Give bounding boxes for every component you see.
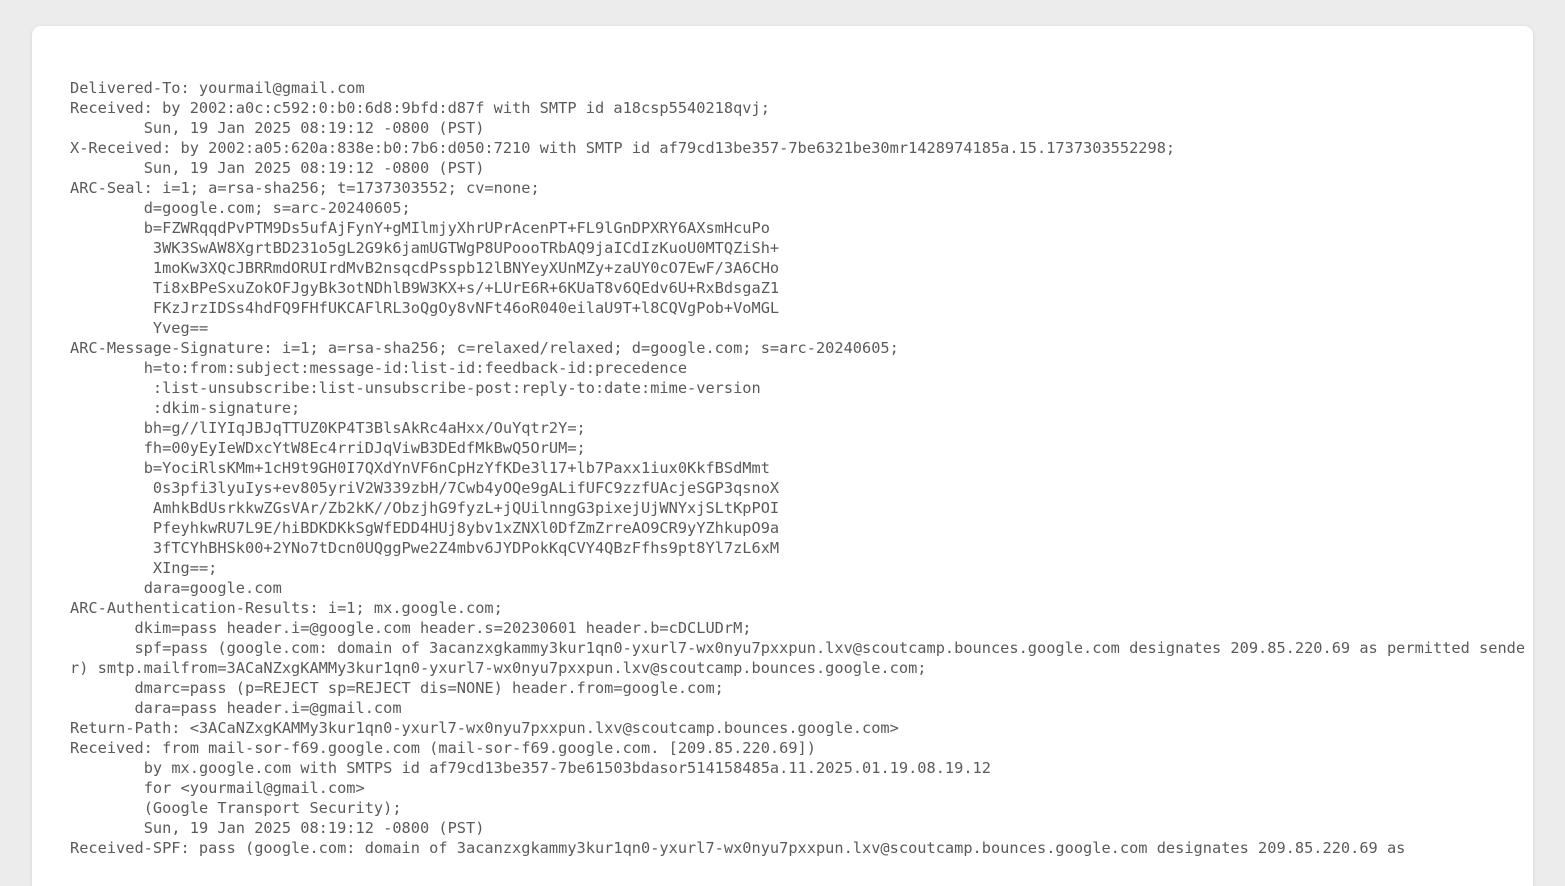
header-line: Yveg== — [70, 319, 209, 337]
header-line: Delivered-To: yourmail@gmail.com — [70, 79, 365, 97]
header-line: dara=google.com — [70, 579, 282, 597]
header-line: Sun, 19 Jan 2025 08:19:12 -0800 (PST) — [70, 819, 485, 837]
header-line: 0s3pfi3lyuIys+ev805yriV2W339zbH/7Cwb4yOQ… — [70, 479, 780, 497]
header-line: ARC-Message-Signature: i=1; a=rsa-sha256… — [70, 339, 899, 357]
header-line: ARC-Seal: i=1; a=rsa-sha256; t=173730355… — [70, 179, 540, 197]
header-line: Sun, 19 Jan 2025 08:19:12 -0800 (PST) — [70, 159, 485, 177]
header-line: dmarc=pass (p=REJECT sp=REJECT dis=NONE)… — [70, 679, 724, 697]
header-line: by mx.google.com with SMTPS id af79cd13b… — [70, 759, 991, 777]
header-line: ARC-Authentication-Results: i=1; mx.goog… — [70, 599, 503, 617]
header-line: d=google.com; s=arc-20240605; — [70, 199, 411, 217]
header-line: Return-Path: <3ACaNZxgKAMMy3kur1qn0-yxur… — [70, 719, 899, 737]
header-line: 3fTCYhBHSk00+2YNo7tDcn0UQggPwe2Z4mbv6JYD… — [70, 539, 780, 557]
header-line: for <yourmail@gmail.com> — [70, 779, 365, 797]
header-line: h=to:from:subject:message-id:list-id:fee… — [70, 359, 688, 377]
header-line: Received: by 2002:a0c:c592:0:b0:6d8:9bfd… — [70, 99, 770, 117]
raw-email-headers-text[interactable]: Delivered-To: yourmail@gmail.com Received… — [70, 78, 1533, 858]
header-line: dara=pass header.i=@gmail.com — [70, 699, 402, 717]
header-line: Sun, 19 Jan 2025 08:19:12 -0800 (PST) — [70, 119, 485, 137]
header-line: 3WK3SwAW8XgrtBD231o5gL2G9k6jamUGTWgP8UPo… — [70, 239, 780, 257]
header-line: b=FZWRqqdPvPTM9Ds5ufAjFynY+gMIlmjyXhrUPr… — [70, 219, 770, 237]
header-line: spf=pass (google.com: domain of 3acanzxg… — [70, 639, 1526, 677]
header-line: (Google Transport Security); — [70, 799, 402, 817]
header-line: fh=00yEyIeWDxcYtW8Ec4rriDJqViwB3DEdfMkBw… — [70, 439, 586, 457]
header-line: AmhkBdUsrkkwZGsVAr/Zb2kK//ObzjhG9fyzL+jQ… — [70, 499, 780, 517]
header-line: Received: from mail-sor-f69.google.com (… — [70, 739, 816, 757]
header-line: b=YociRlsKMm+1cH9t9GH0I7QXdYnVF6nCpHzYfK… — [70, 459, 770, 477]
header-line: dkim=pass header.i=@google.com header.s=… — [70, 619, 752, 637]
header-line: :dkim-signature; — [70, 399, 301, 417]
header-line: PfeyhkwRU7L9E/hiBDKDKkSgWfEDD4HUj8ybv1xZ… — [70, 519, 780, 537]
header-line: Ti8xBPeSxuZokOFJgyBk3otNDhlB9W3KX+s/+LUr… — [70, 279, 780, 297]
header-line: FKzJrzIDSs4hdFQ9FHfUKCAFlRL3oQgOy8vNFt46… — [70, 299, 780, 317]
header-line: 1moKw3XQcJBRRmdORUIrdMvB2nsqcdPsspb12lBN… — [70, 259, 780, 277]
header-line: bh=g//lIYIqJBJqTTUZ0KP4T3BlsAkRc4aHxx/Ou… — [70, 419, 586, 437]
header-line: X-Received: by 2002:a05:620a:838e:b0:7b6… — [70, 139, 1176, 157]
header-line: XIng==; — [70, 559, 218, 577]
header-line: :list-unsubscribe:list-unsubscribe-post:… — [70, 379, 761, 397]
header-line: Received-SPF: pass (google.com: domain o… — [70, 839, 1406, 857]
email-headers-card: Delivered-To: yourmail@gmail.com Received… — [32, 26, 1533, 886]
